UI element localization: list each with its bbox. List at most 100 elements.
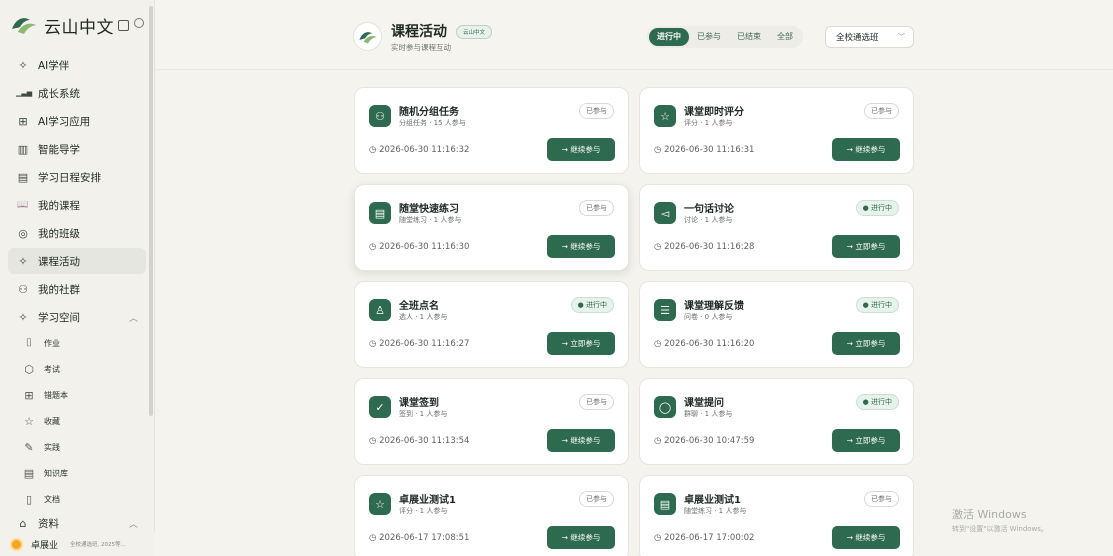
clock-icon: ◷ — [654, 145, 662, 155]
user-profile[interactable]: 卓展业 全校通选班, 2025等... — [0, 532, 155, 556]
activity-type-icon: ◯ — [654, 396, 676, 418]
join-now-button[interactable]: → 立即参与 — [547, 332, 615, 355]
sidebar-item-ai-companion[interactable]: ✧ AI学伴 — [8, 52, 146, 78]
sidebar-item-ai-apps[interactable]: ⊞ AI学习应用 — [8, 108, 146, 134]
class-select[interactable]: 全校通选班 ﹀ — [825, 26, 914, 48]
sidebar-subitem-label: 文档 — [44, 494, 60, 504]
activity-card[interactable]: ▤ 随堂快速练习 随堂练习 · 1 人参与 已参与 ◷ 2026-06-30 11:16… — [354, 184, 629, 271]
join-now-button[interactable]: → 立即参与 — [832, 332, 900, 355]
activity-time: ◷ 2026-06-30 11:16:31 — [654, 145, 754, 155]
status-badge: 已参与 — [579, 491, 614, 507]
filter-all[interactable]: 全部 — [769, 28, 801, 46]
sidebar-collapse-icon[interactable] — [134, 18, 144, 28]
sidebar-item-resources[interactable]: ⌂ 资料 ︿ — [8, 512, 146, 534]
sidebar-item-community[interactable]: ⚇ 我的社群 — [8, 276, 146, 302]
sidebar-item-label: 成长系统 — [38, 87, 80, 100]
filter-ongoing[interactable]: 进行中 — [649, 28, 689, 46]
sidebar: 云山中文 ✧ AI学伴 ▁▃▅ 成长系统 ⊞ AI学习应用 ▥ 智能导学 ▤ 学习日程安排… — [0, 0, 155, 556]
continue-button[interactable]: → 继续参与 — [832, 526, 900, 549]
activity-card[interactable]: ♙ 全班点名 选人 · 1 人参与 ● 进行中 ◷ 2026-06-30 11:16:2… — [354, 281, 629, 368]
grid-icon: ⊞ — [18, 114, 28, 128]
status-badge: 已参与 — [864, 103, 899, 119]
activity-meta: 问卷 · 0 人参与 — [684, 313, 733, 321]
activity-title: 课堂即时评分 — [684, 107, 744, 118]
page-subtitle: 实时参与课程互动 — [391, 43, 451, 52]
sidebar-item-courses[interactable]: 📖 我的课程 — [8, 192, 146, 218]
user-name: 卓展业 — [31, 540, 59, 551]
continue-button[interactable]: → 继续参与 — [547, 526, 615, 549]
sidebar-subitem-homework[interactable]: ⌷ 作业 — [22, 332, 146, 354]
sidebar-subitem-label: 作业 — [44, 338, 60, 348]
activity-type-icon: ☆ — [369, 493, 391, 515]
users-icon: ⚇ — [18, 282, 28, 296]
page-title: 课程活动 — [391, 24, 447, 40]
activity-title: 卓展业测试1 — [684, 495, 741, 506]
sidebar-subitem-exam[interactable]: ⬡ 考试 — [22, 358, 146, 380]
brand-name: 云山中文 — [44, 17, 114, 38]
document-list-icon: ▤ — [23, 466, 35, 480]
filter-ended[interactable]: 已结束 — [729, 28, 769, 46]
sidebar-item-label: 我的课程 — [38, 199, 80, 212]
chevron-up-icon: ︿ — [128, 313, 138, 324]
bar-chart-icon: ▁▃▅ — [16, 89, 33, 97]
activity-meta: 评分 · 1 人参与 — [684, 119, 733, 127]
course-badge: 云山中文 — [456, 25, 493, 39]
continue-button[interactable]: → 继续参与 — [547, 429, 615, 452]
status-badge: 已参与 — [864, 491, 899, 507]
status-badge: 已参与 — [579, 394, 614, 410]
status-badge: ● 进行中 — [855, 297, 899, 313]
join-now-button[interactable]: → 立即参与 — [832, 235, 900, 258]
continue-button[interactable]: → 继续参与 — [547, 235, 615, 258]
activity-card[interactable]: ☆ 课堂即时评分 评分 · 1 人参与 已参与 ◷ 2026-06-30 11:16:3… — [639, 87, 914, 174]
sidebar-subitem-label: 收藏 — [44, 416, 60, 426]
sidebar-subitem-favorites[interactable]: ☆ 收藏 — [22, 410, 146, 432]
sidebar-item-growth[interactable]: ▁▃▅ 成长系统 — [8, 80, 146, 106]
activity-meta: 群聊 · 1 人参与 — [684, 410, 733, 418]
sidebar-subitem-documents[interactable]: ▯ 文档 — [22, 488, 146, 510]
activity-meta: 签到 · 1 人参与 — [399, 410, 448, 418]
continue-button[interactable]: → 继续参与 — [547, 138, 615, 161]
status-badge: ● 进行中 — [855, 394, 899, 410]
join-now-button[interactable]: → 立即参与 — [832, 429, 900, 452]
sidebar-subitem-label: 考试 — [44, 364, 60, 374]
continue-button[interactable]: → 继续参与 — [832, 138, 900, 161]
activity-card[interactable]: ▤ 卓展业测试1 随堂练习 · 1 人参与 已参与 ◷ 2026-06-17 17:00… — [639, 475, 914, 556]
shield-icon: ⬡ — [24, 362, 34, 376]
folder-icon: ⌂ — [19, 516, 27, 530]
sidebar-item-label: 我的班级 — [38, 227, 80, 240]
book-icon: 📖 — [17, 200, 29, 210]
sidebar-subitem-label: 实践 — [44, 442, 60, 452]
activity-time: ◷ 2026-06-30 11:16:28 — [654, 242, 754, 252]
activity-time: ◷ 2026-06-30 11:16:30 — [369, 242, 469, 252]
brand[interactable]: 云山中文 — [10, 10, 129, 40]
sidebar-item-label: AI学习应用 — [38, 115, 91, 128]
activity-card[interactable]: ☰ 课堂理解反馈 问卷 · 0 人参与 ● 进行中 ◷ 2026-06-30 11:16… — [639, 281, 914, 368]
clock-icon: ◷ — [369, 339, 377, 349]
star-icon: ☆ — [24, 414, 34, 428]
sidebar-item-learning-space[interactable]: ✧ 学习空间 ︿ — [8, 304, 146, 330]
status-badge: ● 进行中 — [570, 297, 614, 313]
sidebar-subitem-knowledge[interactable]: ▤ 知识库 — [22, 462, 146, 484]
activity-card[interactable]: ◯ 课堂提问 群聊 · 1 人参与 ● 进行中 ◷ 2026-06-30 10:47:5… — [639, 378, 914, 465]
activity-card[interactable]: ◅ 一句话讨论 讨论 · 1 人参与 ● 进行中 ◷ 2026-06-30 11:16:… — [639, 184, 914, 271]
file-icon: ▯ — [25, 492, 33, 506]
filter-participated[interactable]: 已参与 — [689, 28, 729, 46]
sidebar-item-smart-guide[interactable]: ▥ 智能导学 — [8, 136, 146, 162]
sidebar-subitem-practice[interactable]: ✎ 实践 — [22, 436, 146, 458]
sidebar-subitem-mistakes[interactable]: ⊞ 错题本 — [22, 384, 146, 406]
watermark-title: 激活 Windows — [952, 508, 1027, 521]
windows-activation-watermark: 激活 Windows 转到"设置"以激活 Windows。 — [952, 506, 1048, 534]
activity-title: 随机分组任务 — [399, 107, 459, 118]
sidebar-item-classes[interactable]: ◎ 我的班级 — [8, 220, 146, 246]
sidebar-item-schedule[interactable]: ▤ 学习日程安排 — [8, 164, 146, 190]
activity-card[interactable]: ⚇ 随机分组任务 分组任务 · 15 人参与 已参与 ◷ 2026-06-30 11:1… — [354, 87, 629, 174]
activity-card[interactable]: ✓ 课堂签到 签到 · 1 人参与 已参与 ◷ 2026-06-30 11:13:54 →… — [354, 378, 629, 465]
sidebar-item-course-activities[interactable]: ✧ 课程活动 — [8, 248, 146, 274]
activity-title: 全班点名 — [399, 301, 439, 312]
activity-time: ◷ 2026-06-30 10:47:59 — [654, 436, 754, 446]
activity-time-value: 2026-06-30 11:16:31 — [664, 145, 755, 155]
brand-square-icon[interactable] — [118, 19, 129, 31]
sidebar-scrollbar[interactable] — [149, 6, 153, 416]
activity-card[interactable]: ☆ 卓展业测试1 评分 · 1 人参与 已参与 ◷ 2026-06-17 17:08:5… — [354, 475, 629, 556]
activity-title: 随堂快速练习 — [399, 204, 459, 215]
